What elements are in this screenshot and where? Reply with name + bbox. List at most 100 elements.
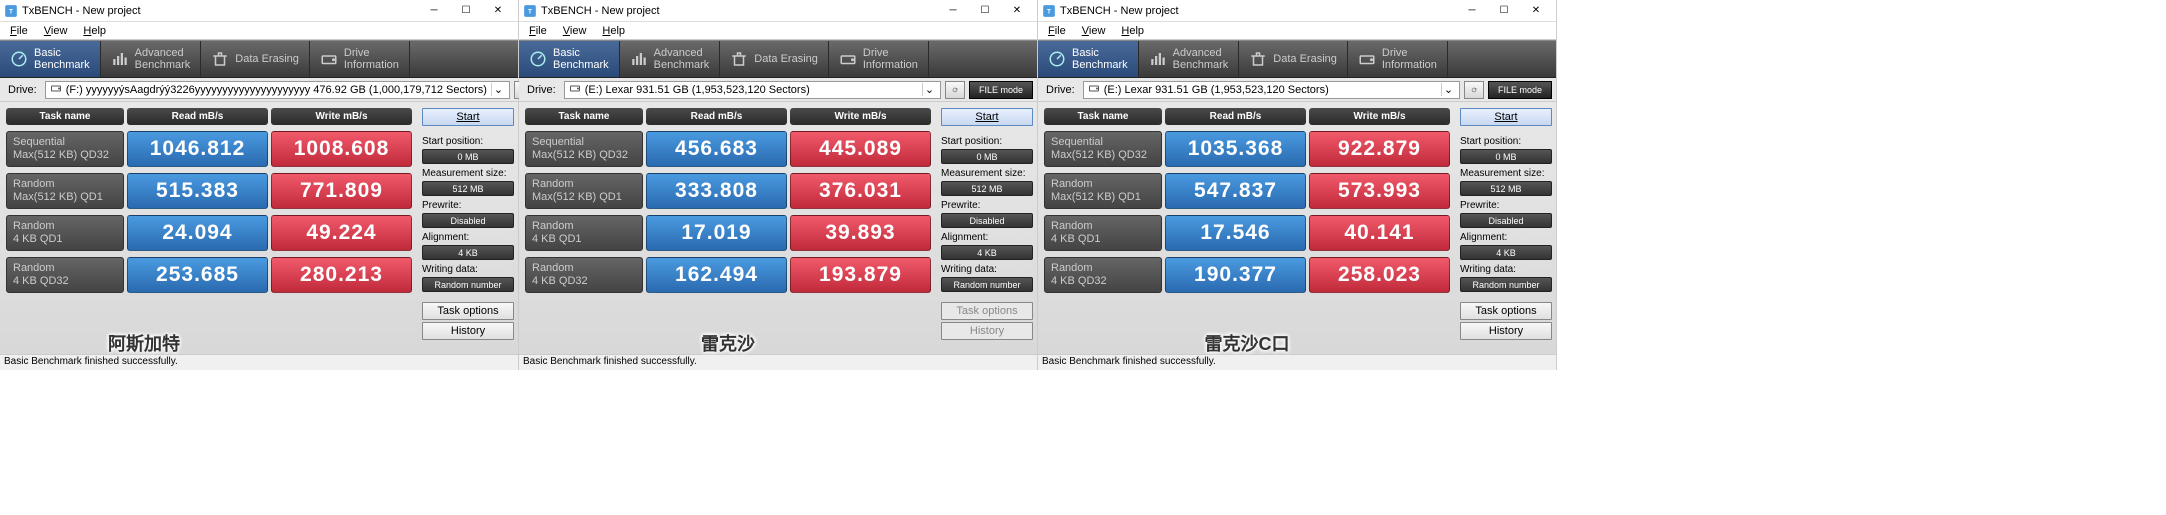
write-value: 573.993 (1309, 173, 1450, 209)
menu-view[interactable]: View (36, 24, 76, 38)
refresh-button[interactable] (1464, 81, 1484, 99)
filemode-button[interactable]: FILE mode (1488, 81, 1552, 99)
close-button[interactable]: ✕ (482, 1, 514, 21)
drive-select[interactable]: (F:) yyyyyyýsAagdrýý3226yyyyyyyyyyyyyyyy… (45, 81, 510, 99)
task-name-cell: Random Max(512 KB) QD1 (6, 173, 124, 209)
history-button[interactable]: History (1460, 322, 1552, 340)
bench-row: Random Max(512 KB) QD1 515.383 771.809 (6, 173, 412, 209)
toolbar: Basic Benchmark Advanced Benchmark Data … (0, 40, 518, 78)
svg-text:T: T (528, 8, 532, 15)
maximize-button[interactable]: ☐ (1488, 1, 1520, 21)
maximize-button[interactable]: ☐ (450, 1, 482, 21)
task-name-line2: 4 KB QD1 (13, 233, 117, 246)
window-2: T TxBENCH - New project ─ ☐ ✕ FileViewHe… (1038, 0, 1557, 370)
alignment-label: Alignment: (422, 230, 514, 243)
writing-data-value: Random number (941, 277, 1033, 292)
filemode-button[interactable]: FILE mode (969, 81, 1033, 99)
writing-data-label: Writing data: (1460, 262, 1552, 275)
write-value: 40.141 (1309, 215, 1450, 251)
tab-label: Basic Benchmark (553, 47, 609, 71)
tab-advanced[interactable]: Advanced Benchmark (620, 41, 721, 77)
menu-view[interactable]: View (1074, 24, 1114, 38)
drive-select[interactable]: (E:) Lexar 931.51 GB (1,953,523,120 Sect… (1083, 81, 1460, 99)
menu-view[interactable]: View (555, 24, 595, 38)
drive-select[interactable]: (E:) Lexar 931.51 GB (1,953,523,120 Sect… (564, 81, 941, 99)
writing-data-label: Writing data: (422, 262, 514, 275)
menu-help[interactable]: Help (594, 24, 633, 38)
tab-label: Data Erasing (235, 53, 299, 65)
minimize-button[interactable]: ─ (937, 1, 969, 21)
task-name-cell: Sequential Max(512 KB) QD32 (525, 131, 643, 167)
menu-help[interactable]: Help (1113, 24, 1152, 38)
tab-label: Advanced Benchmark (654, 47, 710, 71)
benchmark-panel: Task name Read mB/s Write mB/s Sequentia… (519, 102, 937, 354)
task-options-button[interactable]: Task options (422, 302, 514, 320)
task-name-cell: Random Max(512 KB) QD1 (525, 173, 643, 209)
close-button[interactable]: ✕ (1520, 1, 1552, 21)
tab-drive[interactable]: Drive Information (310, 41, 410, 77)
menu-help[interactable]: Help (75, 24, 114, 38)
tab-basic[interactable]: Basic Benchmark (519, 41, 620, 77)
titlebar[interactable]: T TxBENCH - New project ─ ☐ ✕ (1038, 0, 1556, 22)
tab-basic[interactable]: Basic Benchmark (0, 41, 101, 77)
write-value: 193.879 (790, 257, 931, 293)
tab-data erasing[interactable]: Data Erasing (720, 41, 829, 77)
titlebar[interactable]: T TxBENCH - New project ─ ☐ ✕ (519, 0, 1037, 22)
bench-row: Random 4 KB QD1 24.094 49.224 (6, 215, 412, 251)
close-button[interactable]: ✕ (1001, 1, 1033, 21)
chevron-down-icon: ⌄ (922, 83, 936, 96)
history-button[interactable]: History (422, 322, 514, 340)
measurement-size-label: Measurement size: (1460, 166, 1552, 179)
tab-data erasing[interactable]: Data Erasing (1239, 41, 1348, 77)
read-value: 17.546 (1165, 215, 1306, 251)
tab-label: Drive Information (1382, 47, 1437, 71)
write-value: 258.023 (1309, 257, 1450, 293)
menu-file[interactable]: File (1040, 24, 1074, 38)
start-button[interactable]: Start (422, 108, 514, 126)
start-button[interactable]: Start (1460, 108, 1552, 126)
task-options-button[interactable]: Task options (1460, 302, 1552, 320)
prewrite-value: Disabled (941, 213, 1033, 228)
tab-data erasing[interactable]: Data Erasing (201, 41, 310, 77)
minimize-button[interactable]: ─ (418, 1, 450, 21)
tab-drive[interactable]: Drive Information (1348, 41, 1448, 77)
tab-label: Basic Benchmark (1072, 47, 1128, 71)
drive-row: Drive: (E:) Lexar 931.51 GB (1,953,523,1… (519, 78, 1037, 102)
toolbar: Basic Benchmark Advanced Benchmark Data … (519, 40, 1037, 78)
write-value: 280.213 (271, 257, 412, 293)
tab-advanced[interactable]: Advanced Benchmark (1139, 41, 1240, 77)
start-position-value: 0 MB (941, 149, 1033, 164)
drive-icon (1358, 50, 1376, 68)
header-write: Write mB/s (1309, 108, 1450, 125)
tab-drive[interactable]: Drive Information (829, 41, 929, 77)
titlebar[interactable]: T TxBENCH - New project ─ ☐ ✕ (0, 0, 518, 22)
bars-icon (630, 50, 648, 68)
alignment-value: 4 KB (941, 245, 1033, 260)
overlay-caption: 雷克沙 (701, 330, 755, 356)
read-value: 1046.812 (127, 131, 268, 167)
svg-text:T: T (1047, 8, 1051, 15)
tab-label: Data Erasing (1273, 53, 1337, 65)
task-name-line2: Max(512 KB) QD32 (13, 149, 117, 162)
toolbar: Basic Benchmark Advanced Benchmark Data … (1038, 40, 1556, 78)
task-name-line2: Max(512 KB) QD32 (532, 149, 636, 162)
menu-file[interactable]: File (2, 24, 36, 38)
measurement-size-label: Measurement size: (941, 166, 1033, 179)
tab-label: Advanced Benchmark (135, 47, 191, 71)
menu-file[interactable]: File (521, 24, 555, 38)
tab-label: Advanced Benchmark (1173, 47, 1229, 71)
tab-advanced[interactable]: Advanced Benchmark (101, 41, 202, 77)
gauge-icon (529, 50, 547, 68)
minimize-button[interactable]: ─ (1456, 1, 1488, 21)
task-name-cell: Random Max(512 KB) QD1 (1044, 173, 1162, 209)
writing-data-value: Random number (422, 277, 514, 292)
tab-basic[interactable]: Basic Benchmark (1038, 41, 1139, 77)
bench-row: Random Max(512 KB) QD1 547.837 573.993 (1044, 173, 1450, 209)
maximize-button[interactable]: ☐ (969, 1, 1001, 21)
task-name-cell: Random 4 KB QD32 (525, 257, 643, 293)
task-name-line1: Random (13, 220, 117, 233)
write-value: 771.809 (271, 173, 412, 209)
refresh-button[interactable] (945, 81, 965, 99)
menubar: FileViewHelp (0, 22, 518, 40)
start-button[interactable]: Start (941, 108, 1033, 126)
